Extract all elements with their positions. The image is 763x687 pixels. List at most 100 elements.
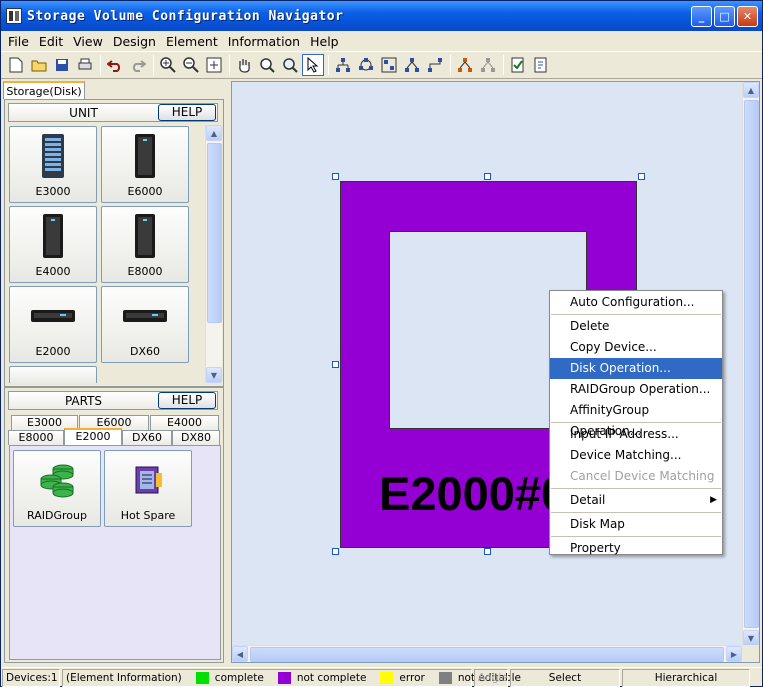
- menu-item-raidgroup-operation[interactable]: RAIDGroup Operation...: [550, 379, 722, 400]
- status-bar: Devices:1 (Element Information) complete…: [1, 667, 762, 687]
- layout-hier-button[interactable]: [401, 54, 423, 76]
- menu-item-disk-operation[interactable]: Disk Operation...: [550, 358, 722, 379]
- menu-item-input-ip-address[interactable]: Input IP Address...: [550, 424, 722, 445]
- canvas-vscrollbar[interactable]: ▲ ▼: [742, 82, 759, 646]
- menu-item-affinitygroup-operation[interactable]: AffinityGroup Operation...: [550, 400, 722, 438]
- menu-view[interactable]: View: [69, 34, 107, 49]
- title-bar[interactable]: Storage Volume Configuration Navigator _…: [1, 1, 762, 31]
- scroll-thumb[interactable]: [744, 100, 759, 628]
- menu-element[interactable]: Element: [162, 34, 222, 49]
- zoom-in-button[interactable]: [157, 54, 179, 76]
- redo-button[interactable]: [127, 54, 149, 76]
- scroll-up-button[interactable]: ▲: [743, 82, 759, 98]
- scroll-down-button[interactable]: ▼: [743, 630, 759, 646]
- expand-tree-icon: [458, 58, 472, 72]
- canvas-hscrollbar[interactable]: ◀ ▶: [232, 645, 742, 662]
- unit-tile-e8000[interactable]: E8000: [101, 206, 189, 283]
- scroll-thumb[interactable]: [250, 647, 724, 662]
- save-button[interactable]: [51, 54, 73, 76]
- zoom-fit-button[interactable]: [279, 54, 301, 76]
- menu-item-copy-device[interactable]: Copy Device...: [550, 337, 722, 358]
- menu-item-detail[interactable]: Detail ▶: [550, 490, 722, 511]
- layout-circle-button[interactable]: [355, 54, 377, 76]
- zoom-out-button[interactable]: [180, 54, 202, 76]
- menu-edit[interactable]: Edit: [35, 34, 67, 49]
- part-label: RAIDGroup: [27, 509, 87, 522]
- resize-handle-n[interactable]: [484, 173, 491, 180]
- part-tile-hot-spare[interactable]: Hot Spare: [104, 450, 192, 527]
- tab-storage-disk[interactable]: Storage(Disk): [3, 81, 85, 99]
- unit-tile-e4000[interactable]: E4000: [9, 206, 97, 283]
- circle-layout-icon: [359, 58, 373, 71]
- scroll-up-button[interactable]: ▲: [206, 125, 222, 141]
- print-button[interactable]: [74, 54, 96, 76]
- menu-file[interactable]: File: [4, 34, 33, 49]
- element-info-text: (Element Information): [66, 671, 182, 684]
- orthogonal-layout-icon: [428, 58, 442, 72]
- unit-tile-e2000[interactable]: E2000: [9, 286, 97, 363]
- disk-stack-icon: [40, 464, 74, 498]
- unit-scrollbar[interactable]: ▲ ▼: [205, 125, 222, 383]
- expand-button[interactable]: [454, 54, 476, 76]
- fit-button[interactable]: [203, 54, 225, 76]
- legend-error: error: [380, 671, 425, 684]
- scroll-thumb[interactable]: [207, 143, 222, 323]
- tab-e8000[interactable]: E8000: [8, 430, 64, 445]
- scroll-left-button[interactable]: ◀: [232, 646, 248, 662]
- tab-dx80[interactable]: DX80: [172, 430, 220, 445]
- export-button[interactable]: [530, 54, 552, 76]
- menu-item-disk-map[interactable]: Disk Map: [550, 514, 722, 535]
- resize-handle-nw[interactable]: [332, 173, 339, 180]
- unit-tile-dx60[interactable]: DX60: [101, 286, 189, 363]
- menu-help[interactable]: Help: [306, 34, 343, 49]
- scroll-right-button[interactable]: ▶: [726, 646, 742, 662]
- layout-grid-button[interactable]: [378, 54, 400, 76]
- zoom-in-icon: [160, 57, 176, 73]
- legend-swatch: [380, 671, 394, 684]
- menu-item-detail-label: Detail: [570, 493, 606, 507]
- part-tile-raidgroup[interactable]: RAIDGroup: [13, 450, 101, 527]
- window-title: Storage Volume Configuration Navigator: [27, 8, 344, 24]
- resize-handle-ne[interactable]: [638, 173, 645, 180]
- grid-layout-icon: [381, 57, 397, 73]
- tab-e4000[interactable]: E4000: [150, 415, 219, 430]
- maximize-button[interactable]: □: [714, 6, 735, 27]
- unit-tile-partial[interactable]: [9, 366, 97, 383]
- menu-item-auto-configuration[interactable]: Auto Configuration...: [550, 292, 722, 313]
- scroll-down-button[interactable]: ▼: [206, 367, 222, 383]
- legend-complete: complete: [195, 671, 264, 684]
- close-button[interactable]: ✕: [737, 6, 758, 27]
- collapse-button[interactable]: [477, 54, 499, 76]
- check-button[interactable]: [507, 54, 529, 76]
- resize-handle-w[interactable]: [332, 361, 339, 368]
- tab-dx60[interactable]: DX60: [122, 430, 172, 445]
- zoom-area-button[interactable]: [256, 54, 278, 76]
- menu-item-device-matching[interactable]: Device Matching...: [550, 445, 722, 466]
- fit-window-icon: [206, 57, 222, 73]
- status-angle: Angle: [474, 668, 508, 687]
- menu-separator: [551, 488, 721, 489]
- menu-item-delete[interactable]: Delete: [550, 316, 722, 337]
- open-button[interactable]: [28, 54, 50, 76]
- status-layout: Hierarchical: [622, 668, 750, 687]
- menu-item-property[interactable]: Property: [550, 538, 722, 559]
- layout-tree-button[interactable]: [332, 54, 354, 76]
- undo-button[interactable]: [104, 54, 126, 76]
- layout-orth-button[interactable]: [424, 54, 446, 76]
- unit-title: UNIT: [69, 105, 98, 120]
- menu-information[interactable]: Information: [224, 34, 304, 49]
- unit-tile-e6000[interactable]: E6000: [101, 126, 189, 203]
- new-button[interactable]: [5, 54, 27, 76]
- save-icon: [56, 59, 68, 71]
- tab-e2000[interactable]: E2000: [64, 428, 122, 445]
- resize-handle-s[interactable]: [484, 548, 491, 555]
- parts-help-button[interactable]: HELP: [158, 392, 216, 409]
- menu-design[interactable]: Design: [109, 34, 160, 49]
- select-tool-button[interactable]: [302, 54, 324, 76]
- unit-tile-e3000[interactable]: E3000: [9, 126, 97, 203]
- unit-help-button[interactable]: HELP: [158, 104, 216, 121]
- minimize-button[interactable]: _: [691, 6, 712, 27]
- pan-button[interactable]: [233, 54, 255, 76]
- app-icon: [6, 8, 22, 24]
- resize-handle-sw[interactable]: [332, 548, 339, 555]
